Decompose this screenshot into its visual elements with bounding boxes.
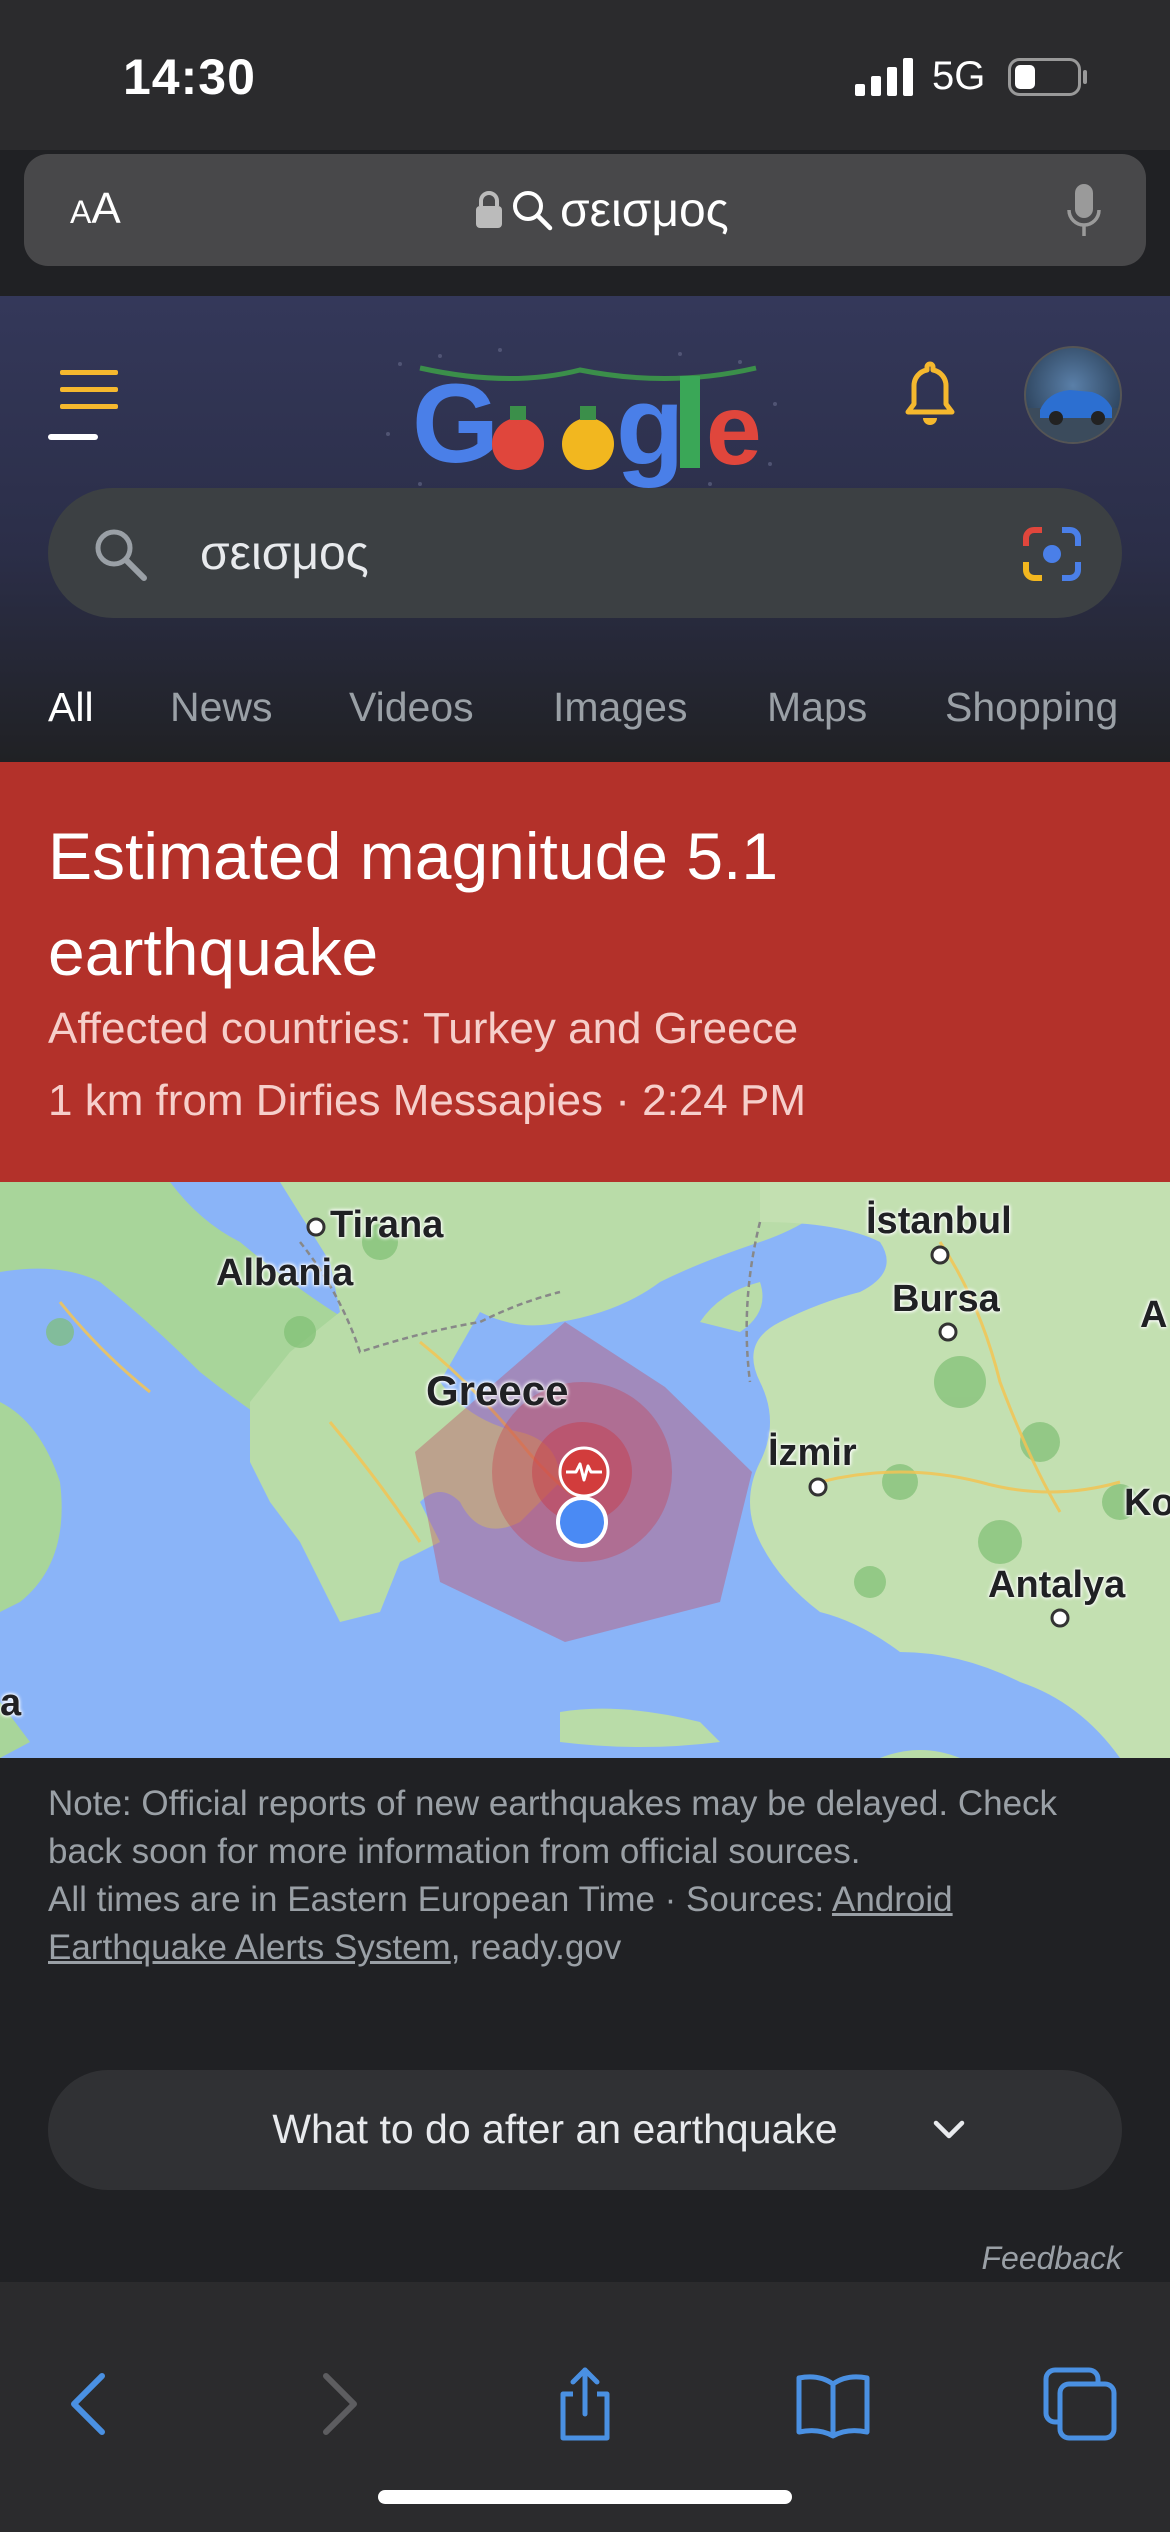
tabs-icon[interactable] xyxy=(1040,2364,1120,2444)
tab-all[interactable]: All xyxy=(48,684,94,731)
search-input[interactable]: σεισμος xyxy=(200,526,369,581)
map-label-edge-a: A xyxy=(1140,1294,1168,1336)
car-avatar-image xyxy=(1026,390,1120,442)
map-label-edge-ko: Ko xyxy=(1124,1482,1170,1524)
tab-videos[interactable]: Videos xyxy=(349,684,474,731)
map-canvas xyxy=(0,1182,1170,1758)
search-tabs: All News Videos Images Maps Shopping xyxy=(0,666,1170,762)
svg-text:G: G xyxy=(412,361,499,486)
google-doodle-logo[interactable]: G g e xyxy=(380,344,790,494)
search-icon xyxy=(513,191,553,231)
address-bar-query: σεισμος xyxy=(560,183,729,237)
note-delay-text: Note: Official reports of new earthquake… xyxy=(48,1784,1058,1871)
search-icon[interactable] xyxy=(92,526,148,582)
share-icon[interactable] xyxy=(545,2364,625,2444)
network-type: 5G xyxy=(932,54,986,98)
map-label-tirana: Tirana xyxy=(330,1204,444,1246)
account-avatar[interactable] xyxy=(1024,346,1122,444)
signal-strength-icon xyxy=(855,58,913,96)
tab-shopping[interactable]: Shopping xyxy=(945,684,1118,731)
google-lens-icon[interactable] xyxy=(1022,526,1082,582)
earthquake-map[interactable]: Tirana Albania İstanbul Bursa A Greece İ… xyxy=(0,1182,1170,1758)
alert-location-time: 1 km from Dirfies Messapies · 2:24 PM xyxy=(48,1076,806,1125)
map-label-izmir: İzmir xyxy=(768,1432,857,1474)
earthquake-alert-card: Estimated magnitude 5.1 earthquake Affec… xyxy=(0,762,1170,1182)
chevron-left-icon[interactable] xyxy=(48,2364,128,2444)
book-icon[interactable] xyxy=(793,2364,873,2444)
hamburger-menu-icon[interactable] xyxy=(60,368,118,412)
feedback-link[interactable]: Feedback xyxy=(981,2240,1122,2277)
what-to-do-expander[interactable]: What to do after an earthquake xyxy=(48,2070,1122,2190)
lock-icon xyxy=(476,191,502,228)
status-bar: 14:30 5G xyxy=(0,0,1170,150)
alert-affected-countries: Affected countries: Turkey and Greece xyxy=(48,1004,799,1053)
status-time: 14:30 xyxy=(123,49,256,105)
chevron-down-icon xyxy=(933,2120,965,2139)
chevron-right-icon[interactable] xyxy=(300,2364,380,2444)
bell-icon[interactable] xyxy=(900,358,960,428)
earthquake-note: Note: Official reports of new earthquake… xyxy=(48,1780,1128,1972)
tab-images[interactable]: Images xyxy=(553,684,687,731)
map-label-istanbul: İstanbul xyxy=(866,1200,1012,1242)
map-label-antalya: Antalya xyxy=(988,1564,1126,1606)
map-label-edge-left: a xyxy=(0,1682,22,1724)
active-tab-indicator xyxy=(48,434,98,440)
tab-maps[interactable]: Maps xyxy=(767,684,867,731)
google-header: G g e σεισμος All News Videos Images Map… xyxy=(0,296,1170,762)
home-indicator[interactable] xyxy=(378,2490,792,2504)
battery-icon xyxy=(1008,58,1087,96)
map-label-albania: Albania xyxy=(216,1252,354,1294)
source-ready-gov: ready.gov xyxy=(470,1928,622,1967)
svg-text:e: e xyxy=(706,374,762,486)
search-box[interactable]: σεισμος xyxy=(48,488,1122,618)
map-label-bursa: Bursa xyxy=(892,1278,1000,1320)
tab-news[interactable]: News xyxy=(170,684,273,731)
map-label-greece: Greece xyxy=(426,1367,569,1414)
reader-text-size-button[interactable]: AA xyxy=(70,184,121,234)
address-bar[interactable]: AA σεισμος xyxy=(24,154,1146,266)
address-bar-url[interactable]: σεισμος xyxy=(474,182,729,238)
alert-title: Estimated magnitude 5.1 earthquake xyxy=(48,819,779,989)
svg-text:g: g xyxy=(616,363,684,488)
note-sources: All times are in Eastern European Time ·… xyxy=(48,1880,953,1967)
microphone-icon[interactable] xyxy=(1066,182,1102,240)
